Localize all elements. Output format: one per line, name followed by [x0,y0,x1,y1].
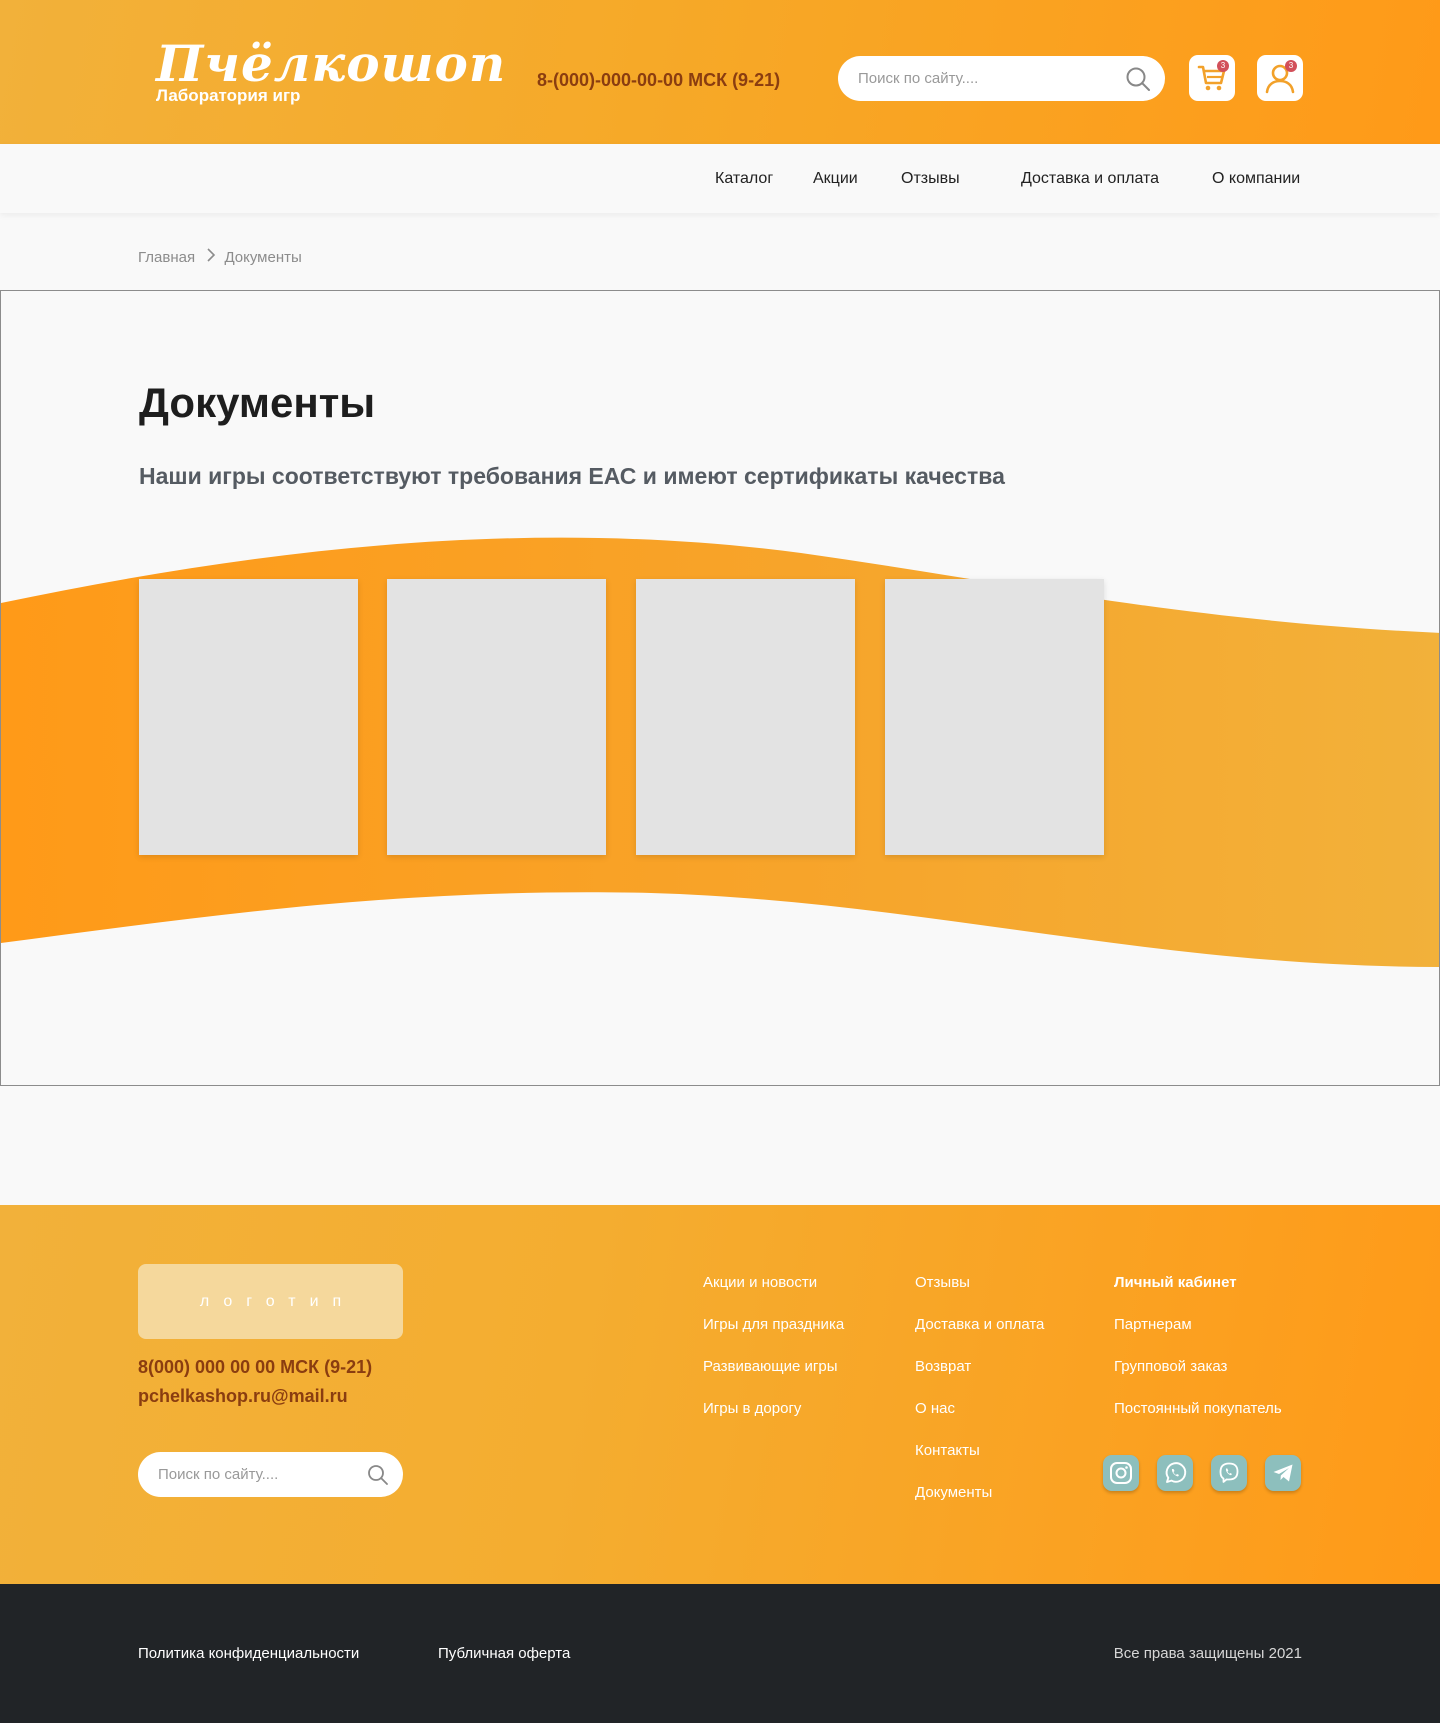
footer-link-returns[interactable]: Возврат [915,1358,971,1375]
footer-link-educational-games[interactable]: Развивающие игры [703,1358,838,1375]
footer-search [138,1452,403,1497]
document-thumbnail[interactable] [387,579,606,855]
cart-button[interactable]: 3 [1189,55,1235,101]
document-thumbnail[interactable] [885,579,1104,855]
header-search [838,56,1165,101]
nav-item-reviews[interactable]: Отзывы [901,170,960,188]
footer-link-party-games[interactable]: Игры для праздника [703,1316,844,1333]
viber-button[interactable] [1211,1455,1247,1491]
footer-phone[interactable]: 8(000) 000 00 00 МСК (9-21) [138,1357,372,1378]
nav-item-delivery[interactable]: Доставка и оплата [1021,170,1159,188]
footer-link-reviews[interactable]: Отзывы [915,1274,970,1291]
chevron-right-icon [207,248,216,266]
footer-link-promotions-news[interactable]: Акции и новости [703,1274,817,1291]
site-header: Пчёлкошоп Лаборатория игр 8-(000)-000-00… [0,0,1440,144]
nav-item-catalog[interactable]: Каталог [715,170,773,188]
footer-link-contacts[interactable]: Контакты [915,1442,980,1459]
telegram-button[interactable] [1265,1455,1301,1491]
whatsapp-icon [1165,1462,1187,1483]
breadcrumb-current: Документы [224,248,302,266]
search-icon[interactable] [1125,66,1151,92]
footer-link-travel-games[interactable]: Игры в дорогу [703,1400,801,1417]
footer-email[interactable]: pchelkashop.ru@mail.ru [138,1386,348,1407]
logo-title: Пчёлкошоп [156,34,507,93]
cart-badge: 3 [1217,60,1229,72]
instagram-button[interactable] [1103,1455,1139,1491]
footer-link-delivery[interactable]: Доставка и оплата [915,1316,1044,1333]
viber-icon [1219,1462,1239,1483]
nav-item-about[interactable]: О компании [1212,170,1300,188]
search-input[interactable] [858,56,1108,101]
footer-link-regular-customer[interactable]: Постоянный покупатель [1114,1400,1282,1417]
privacy-policy-link[interactable]: Политика конфиденциальности [138,1645,359,1662]
footer-logo[interactable]: логотип [138,1264,403,1339]
header-phone[interactable]: 8-(000)-000-00-00 МСК (9-21) [537,70,780,91]
profile-badge: 3 [1285,60,1297,72]
breadcrumb-home[interactable]: Главная [138,249,195,266]
page-title: Документы [139,379,376,426]
page-subtitle: Наши игры соответствуют требования ЕАС и… [139,463,1005,489]
document-thumbnail[interactable] [139,579,358,855]
telegram-icon [1273,1464,1293,1482]
footer-link-partners[interactable]: Партнерам [1114,1316,1192,1333]
footer-link-about[interactable]: О нас [915,1400,955,1417]
public-offer-link[interactable]: Публичная оферта [438,1645,570,1662]
document-thumbnail[interactable] [636,579,855,855]
profile-button[interactable]: 3 [1257,55,1303,101]
logo[interactable]: Пчёлкошоп Лаборатория игр [156,36,506,106]
breadcrumb: Главная Документы [138,248,302,266]
documents-section: Документы Наши игры соответствуют требов… [0,290,1440,1086]
bottom-bar: Политика конфиденциальности Публичная оф… [0,1584,1440,1723]
footer-search-input[interactable] [158,1452,348,1497]
copyright: Все права защищены 2021 [1113,1645,1302,1662]
footer-link-group-order[interactable]: Групповой заказ [1114,1358,1227,1375]
instagram-icon [1110,1462,1132,1484]
whatsapp-button[interactable] [1157,1455,1193,1491]
nav-item-promotions[interactable]: Акции [813,170,858,188]
main-nav: Каталог Акции Отзывы Доставка и оплата О… [0,144,1440,213]
search-icon[interactable] [367,1464,389,1486]
footer-link-documents[interactable]: Документы [915,1484,992,1501]
footer-link-account[interactable]: Личный кабинет [1114,1274,1237,1291]
site-footer: логотип 8(000) 000 00 00 МСК (9-21) pche… [0,1205,1440,1584]
